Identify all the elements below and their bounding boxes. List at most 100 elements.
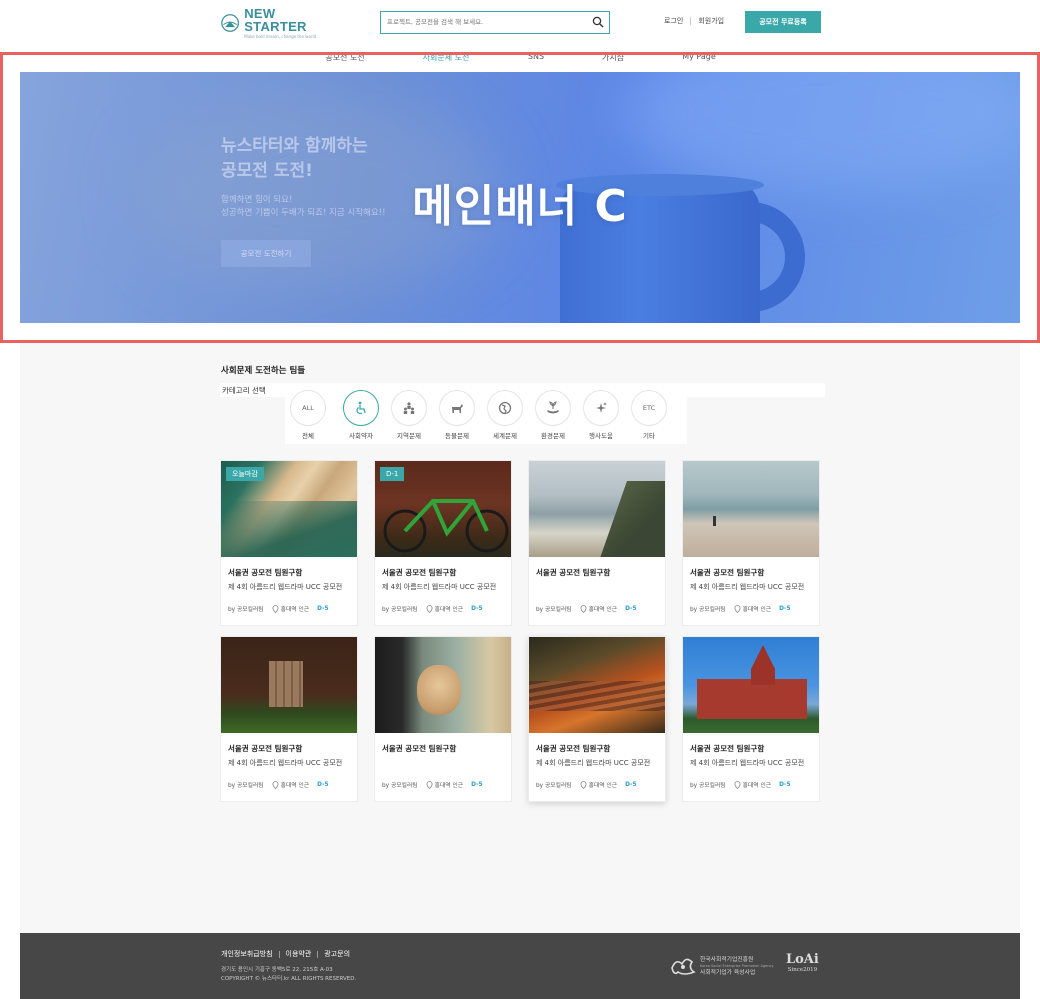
category-label: 지역문제	[397, 432, 421, 440]
card-dday: D-5	[779, 781, 791, 788]
card-meta: by 공모킬러팀 홍대역 인근 D-5	[690, 780, 816, 789]
category-local[interactable]: 지역문제	[389, 390, 429, 440]
deadline-badge: D-1	[380, 467, 405, 481]
location-pin-icon	[734, 780, 741, 789]
card-team: by 공모킬러팀	[228, 607, 264, 613]
agency-name-en: Korea Social Enterprise Promotion Agency	[700, 963, 774, 968]
team-card[interactable]: 오늘마감 서울권 공모전 팀원구함 제 4회 아름드리 웹드라마 UCC 공모전…	[220, 460, 358, 626]
category-environment[interactable]: 환경문제	[533, 390, 573, 440]
card-team: by 공모킬러팀	[382, 607, 418, 613]
partner-since: Since2019	[787, 967, 818, 973]
signup-link[interactable]: 회원가입	[698, 16, 724, 26]
location-pin-icon	[426, 604, 433, 613]
category-world[interactable]: 세계문제	[485, 390, 525, 440]
partner-logo-name: LoAi	[786, 952, 819, 967]
card-subtitle: 제 4회 아름드리 웹드라마 UCC 공모전	[228, 759, 343, 767]
deadline-badge: 오늘마감	[226, 467, 264, 481]
card-location: 홍대역 인근	[742, 607, 772, 613]
category-label: 전체	[302, 432, 314, 440]
logo-globe-icon	[221, 14, 239, 32]
footer-link-terms[interactable]: 이용약관	[286, 949, 312, 959]
card-title: 서울권 공모전 팀원구함	[382, 744, 457, 753]
card-title: 서울권 공모전 팀원구함	[690, 744, 765, 753]
card-team: by 공모킬러팀	[690, 607, 726, 613]
category-social-weak[interactable]: 사회약자	[341, 390, 381, 440]
location-pin-icon	[426, 780, 433, 789]
card-title: 서울권 공모전 팀원구함	[536, 568, 611, 577]
card-subtitle: 제 4회 아름드리 웹드라마 UCC 공모전	[690, 759, 805, 767]
card-dday: D-5	[471, 605, 483, 612]
team-card[interactable]: D-1 서울권 공모전 팀원구함 제 4회 아름드리 웹드라마 UCC 공모전 …	[374, 460, 512, 626]
team-card[interactable]: 서울권 공모전 팀원구함 by 공모킬러팀 홍대역 인근 D-5	[374, 636, 512, 802]
category-label: 환경문제	[541, 432, 565, 440]
card-team: by 공모킬러팀	[536, 607, 572, 613]
footer-link-privacy[interactable]: 개인정보취급방침	[221, 949, 273, 959]
site-footer: 개인정보취급방침 이용약관 광고문의 경기도 용인시 기흥구 동백5로 22, …	[20, 933, 1020, 999]
plant-hand-icon	[547, 401, 559, 414]
location-pin-icon	[734, 604, 741, 613]
card-image-victorian-house	[683, 637, 819, 733]
card-title: 서울권 공모전 팀원구함	[690, 568, 765, 577]
card-dday: D-5	[471, 781, 483, 788]
card-meta: by 공모킬러팀 홍대역 인근 D-5	[228, 780, 354, 789]
card-team: by 공모킬러팀	[536, 783, 572, 789]
card-location: 홍대역 인근	[588, 607, 618, 613]
footer-copyright: COPYRIGHT © 뉴스타터.kr ALL RIGHTS RESERVED.	[221, 976, 357, 982]
search-icon[interactable]	[592, 16, 604, 28]
card-image-coast-cliff	[529, 461, 665, 557]
community-icon	[403, 402, 415, 414]
category-animal[interactable]: 동물문제	[437, 390, 477, 440]
card-title: 서울권 공모전 팀원구함	[382, 568, 457, 577]
all-icon: ALL	[302, 404, 314, 412]
team-card[interactable]: 서울권 공모전 팀원구함 제 4회 아름드리 웹드라마 UCC 공모전 by 공…	[220, 636, 358, 802]
team-card[interactable]: 서울권 공모전 팀원구함 제 4회 아름드리 웹드라마 UCC 공모전 by 공…	[682, 636, 820, 802]
card-dday: D-5	[317, 781, 329, 788]
card-title: 서울권 공모전 팀원구함	[536, 744, 611, 753]
category-all[interactable]: ALL 전체	[288, 390, 328, 440]
logo-tagline: Make bold dream, change the world	[244, 34, 317, 39]
etc-icon: ETC	[642, 404, 656, 412]
card-meta: by 공모킬러팀 홍대역 인근 D-5	[382, 780, 508, 789]
logo-name: NEW STARTER	[244, 6, 307, 34]
card-image-autumn-roof	[529, 637, 665, 733]
agency-emblem-icon	[671, 958, 696, 975]
category-label: 세계문제	[493, 432, 517, 440]
card-subtitle: 제 4회 아름드리 웹드라마 UCC 공모전	[382, 583, 497, 591]
category-etc[interactable]: ETC 기타	[629, 390, 669, 440]
card-meta: by 공모킬러팀 홍대역 인근 D-5	[382, 604, 508, 613]
location-pin-icon	[580, 780, 587, 789]
agency-program: 사회적기업가 육성사업	[700, 969, 756, 976]
card-meta: by 공모킬러팀 홍대역 인근 D-5	[228, 604, 354, 613]
footer-links: 개인정보취급방침 이용약관 광고문의	[221, 949, 350, 959]
search-input[interactable]	[387, 15, 587, 29]
category-select-label[interactable]: 카테고리 선택	[222, 385, 266, 396]
card-location: 홍대역 인근	[588, 783, 618, 789]
auth-links: 로그인 회원가입	[664, 16, 724, 26]
card-location: 홍대역 인근	[280, 783, 310, 789]
card-team: by 공모킬러팀	[382, 783, 418, 789]
card-image-beach-runner	[683, 461, 819, 557]
team-card[interactable]: 서울권 공모전 팀원구함 제 4회 아름드리 웹드라마 UCC 공모전 by 공…	[528, 636, 666, 802]
footer-link-ads[interactable]: 광고문의	[324, 949, 350, 959]
card-image-wooden-door	[221, 637, 357, 733]
category-label: 행사도움	[589, 432, 613, 440]
footer-info: 경기도 용인시 기흥구 동백5로 22, 215호 A-03 COPYRIGHT…	[221, 966, 356, 984]
team-card[interactable]: 서울권 공모전 팀원구함 제 4회 아름드리 웹드라마 UCC 공모전 by 공…	[682, 460, 820, 626]
card-dday: D-5	[625, 781, 637, 788]
globe-icon	[498, 401, 512, 415]
location-pin-icon	[272, 780, 279, 789]
card-subtitle: 제 4회 아름드리 웹드라마 UCC 공모전	[228, 583, 343, 591]
site-logo[interactable]: NEW STARTER Make bold dream, change the …	[221, 6, 325, 39]
dog-icon	[452, 404, 463, 413]
register-contest-button[interactable]: 공모전 무료등록	[745, 11, 821, 33]
card-team: by 공모킬러팀	[690, 783, 726, 789]
category-panel: ALL 전체 사회약자 지역문제 동물문제 세계문제 환경문제 행사도움 ETC…	[285, 384, 687, 444]
login-link[interactable]: 로그인	[664, 16, 683, 26]
card-location: 홍대역 인근	[742, 783, 772, 789]
section-title: 사회문제 도전하는 팀들	[221, 366, 306, 376]
sparkle-icon	[596, 402, 607, 413]
divider	[278, 950, 280, 958]
team-card[interactable]: 서울권 공모전 팀원구함 by 공모킬러팀 홍대역 인근 D-5	[528, 460, 666, 626]
divider	[690, 17, 692, 25]
category-event-help[interactable]: 행사도움	[581, 390, 621, 440]
